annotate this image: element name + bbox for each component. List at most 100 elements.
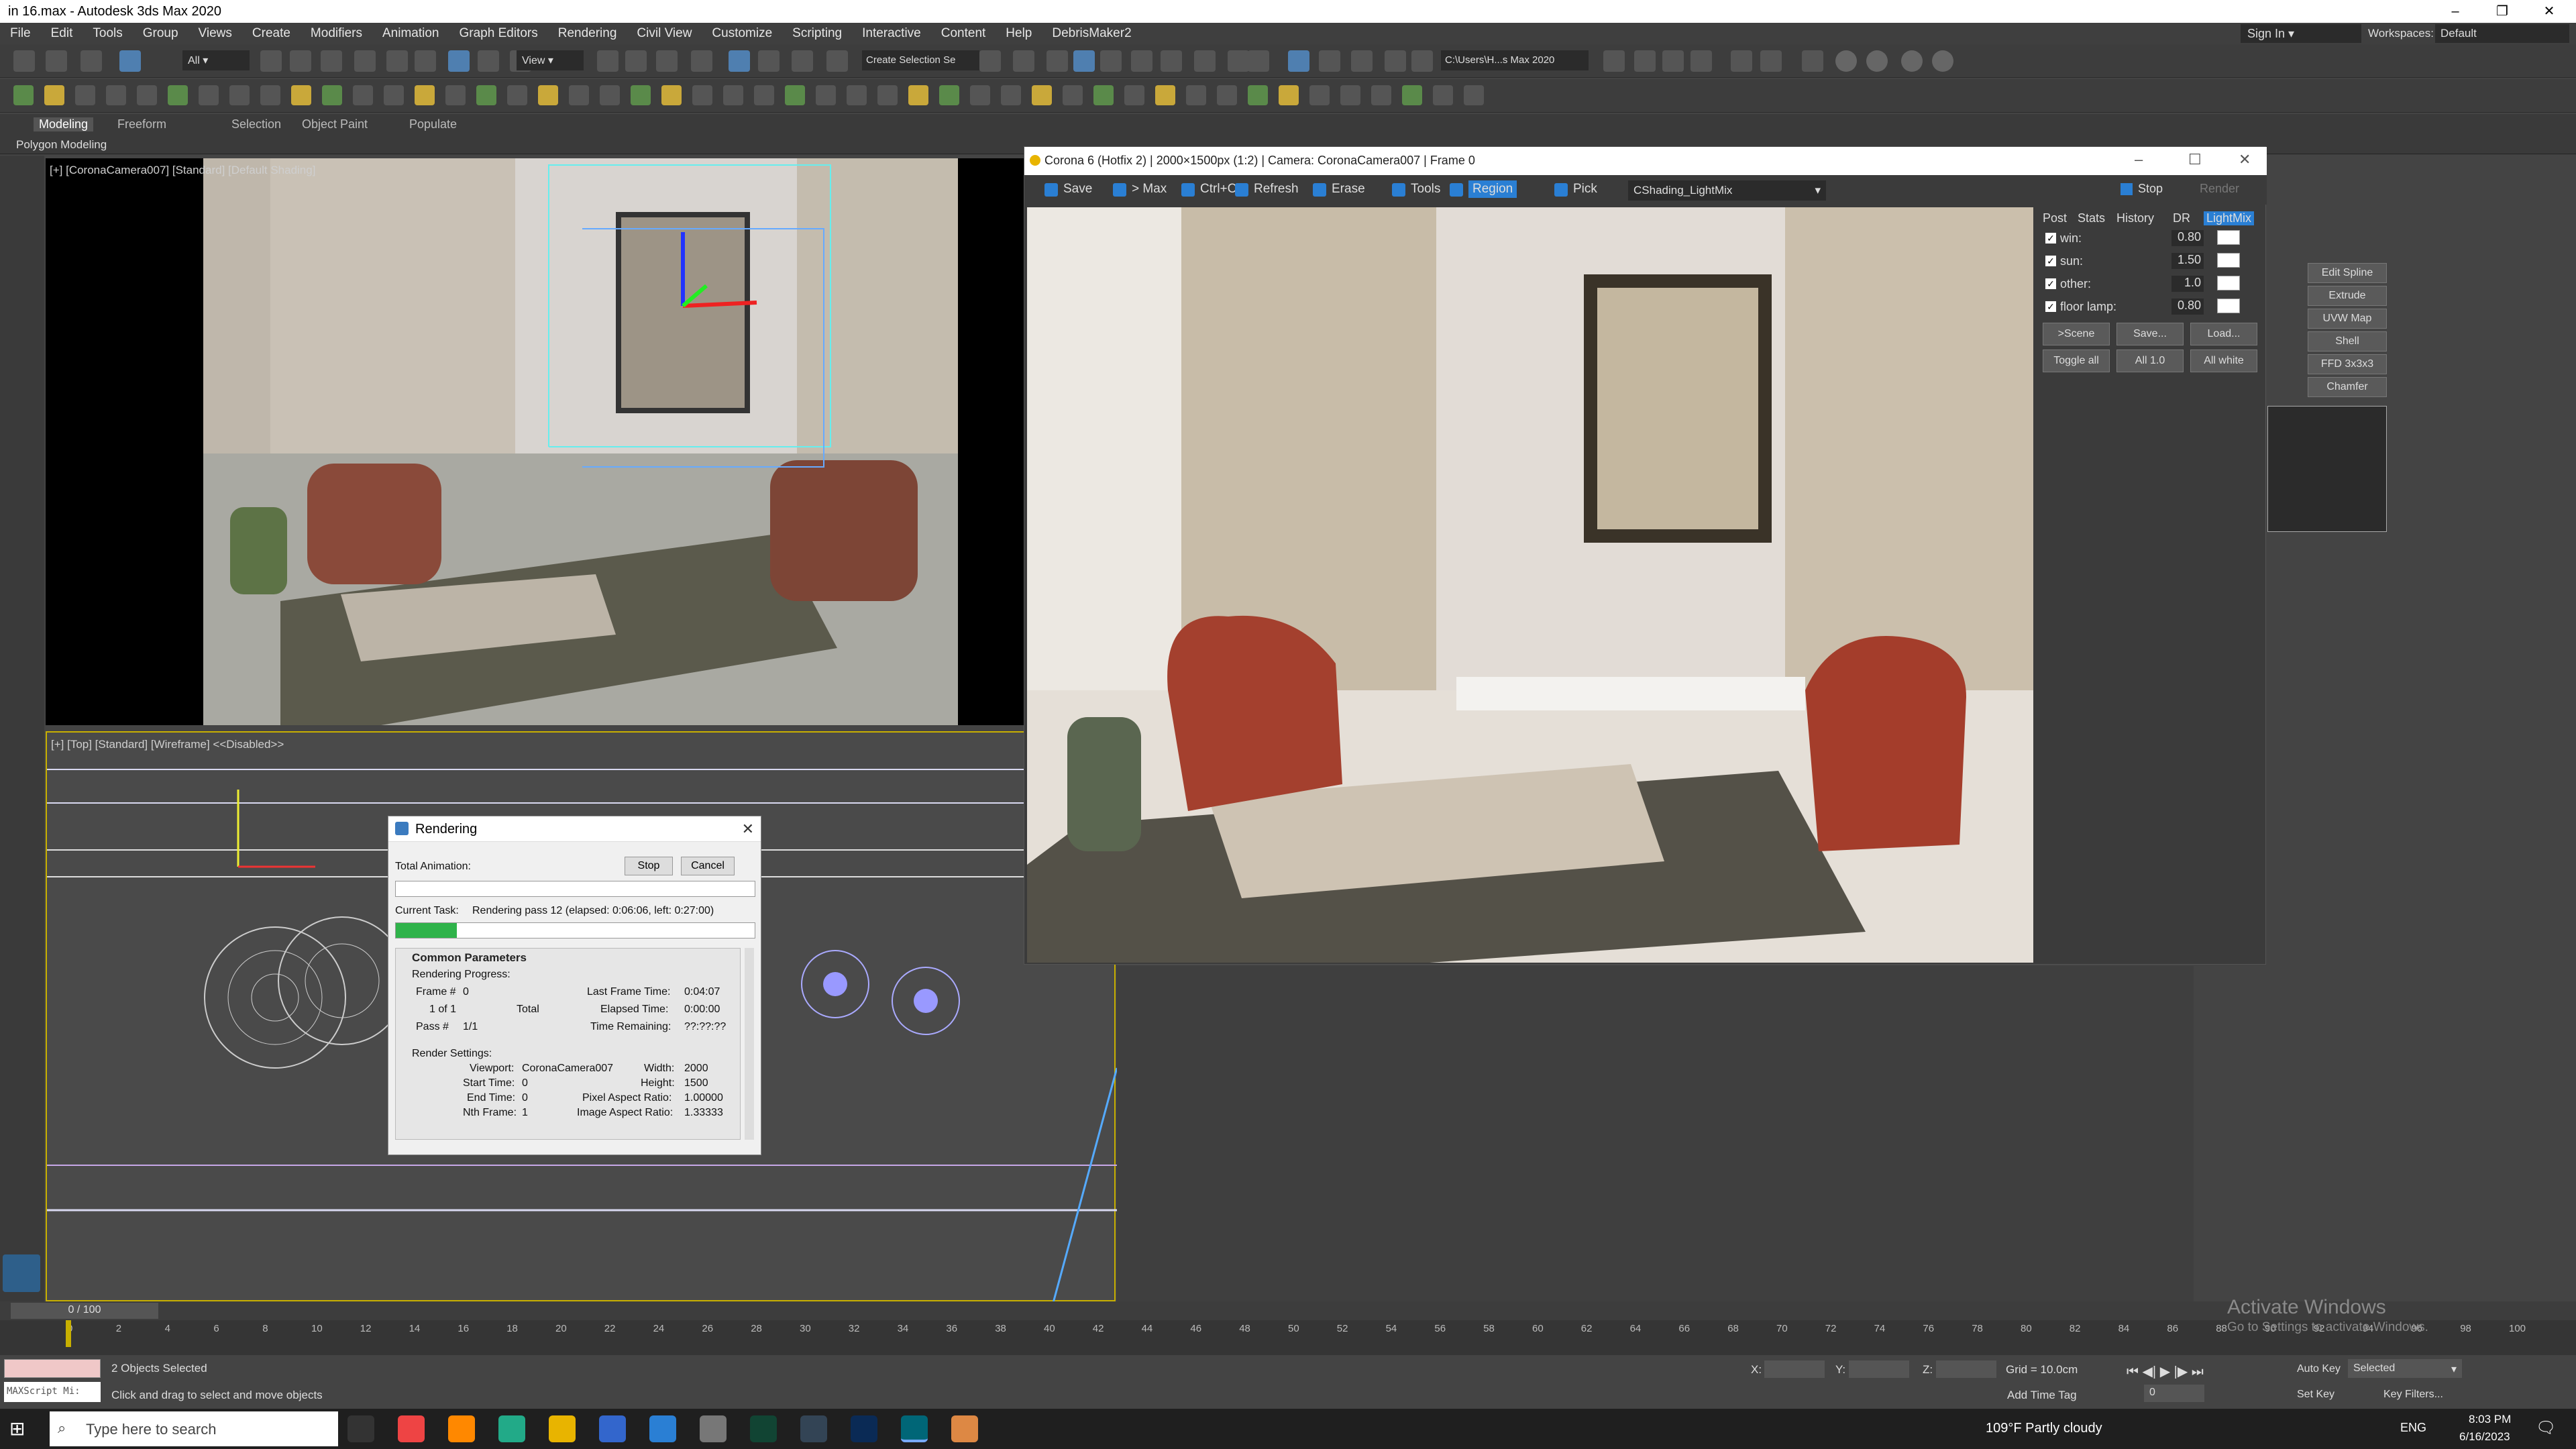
close-icon[interactable]: ✕ — [2529, 0, 2569, 23]
toolbar-tool-8-icon[interactable] — [386, 50, 408, 72]
toolbar2-tool-43-icon[interactable] — [1340, 85, 1360, 105]
menu-civil-view[interactable]: Civil View — [627, 26, 702, 41]
toolbar2-tool-35-icon[interactable] — [1093, 85, 1114, 105]
toolbar2-tool-32-icon[interactable] — [1001, 85, 1021, 105]
toolbar2-tool-10-icon[interactable] — [322, 85, 342, 105]
toolbar2-tool-8-icon[interactable] — [260, 85, 280, 105]
mail-icon[interactable] — [649, 1415, 676, 1442]
toolbar-tool-28-icon[interactable] — [1194, 50, 1216, 72]
toolbar2-tool-1-icon[interactable] — [44, 85, 64, 105]
corona-tab-stats[interactable]: Stats — [2078, 211, 2105, 225]
toolbar2-tool-24-icon[interactable] — [754, 85, 774, 105]
toolbar-extra-10-icon[interactable] — [1932, 50, 1953, 72]
toolbar-tool-23-icon[interactable] — [1046, 50, 1068, 72]
corona-tab-post[interactable]: Post — [2043, 211, 2067, 225]
toolbar2-tool-26-icon[interactable] — [816, 85, 836, 105]
ribbon-tab-freeform[interactable]: Freeform — [117, 117, 166, 131]
notifications-icon[interactable]: 🗨 — [2536, 1418, 2556, 1438]
corona-save-button[interactable]: Save — [1063, 182, 1092, 197]
ribbon-tab-modeling[interactable]: Modeling — [34, 117, 94, 131]
lightmix-checkbox[interactable]: ✓ — [2045, 256, 2056, 266]
menu-tools[interactable]: Tools — [83, 26, 132, 41]
selection-filter-dropdown[interactable]: All ▾ — [182, 50, 250, 70]
lightmix-button[interactable]: All white — [2190, 350, 2257, 372]
toolbar-extra-5-icon[interactable] — [1760, 50, 1782, 72]
toolbar2-tool-6-icon[interactable] — [199, 85, 219, 105]
y-field[interactable] — [1849, 1360, 1909, 1378]
modifier-button-0[interactable]: Edit Spline — [2308, 263, 2387, 283]
3ds-max-icon[interactable] — [901, 1415, 928, 1442]
corona-region-button[interactable]: Region — [1468, 180, 1517, 198]
menu-views[interactable]: Views — [189, 26, 242, 41]
app-icon[interactable] — [800, 1415, 827, 1442]
lightmix-checkbox[interactable]: ✓ — [2045, 278, 2056, 289]
lightmix-button[interactable]: Save... — [2116, 323, 2184, 345]
toolbar-extra-6-icon[interactable] — [1802, 50, 1823, 72]
corona-render-label[interactable]: Render — [2200, 182, 2239, 196]
workspace-dropdown[interactable]: Default — [2435, 24, 2569, 43]
toolbar2-tool-46-icon[interactable] — [1433, 85, 1453, 105]
lightmix-value[interactable]: 1.50 — [2171, 253, 2204, 269]
toolbar2-tool-44-icon[interactable] — [1371, 85, 1391, 105]
toolbar2-tool-16-icon[interactable] — [507, 85, 527, 105]
lightmix-button[interactable]: Load... — [2190, 323, 2257, 345]
modifier-button-5[interactable]: Chamfer — [2308, 377, 2387, 397]
stop-icon[interactable] — [2121, 183, 2133, 195]
menu-content[interactable]: Content — [931, 26, 996, 41]
toolbar2-tool-9-icon[interactable] — [291, 85, 311, 105]
cancel-button[interactable]: Cancel — [681, 857, 735, 875]
modifier-stack[interactable] — [2267, 406, 2387, 532]
clock-time[interactable]: 8:03 PM — [2469, 1413, 2511, 1426]
lightmix-value[interactable]: 0.80 — [2171, 299, 2204, 315]
corona-erase-button[interactable]: Erase — [1332, 182, 1365, 197]
folder-icon[interactable] — [700, 1415, 727, 1442]
toolbar2-tool-5-icon[interactable] — [168, 85, 188, 105]
toolbar2-tool-18-icon[interactable] — [569, 85, 589, 105]
language[interactable]: ENG — [2400, 1421, 2426, 1435]
toolbar2-tool-14-icon[interactable] — [445, 85, 466, 105]
toolbar2-tool-0-icon[interactable] — [13, 85, 34, 105]
z-field[interactable] — [1936, 1360, 1996, 1378]
close-icon[interactable]: ✕ — [2239, 151, 2251, 168]
toolbar2-tool-7-icon[interactable] — [229, 85, 250, 105]
toolbar2-tool-15-icon[interactable] — [476, 85, 496, 105]
key-filters-button[interactable]: Key Filters... — [2383, 1389, 2443, 1401]
toolbar-tool-22-icon[interactable] — [1013, 50, 1034, 72]
corona-tool-0-icon[interactable] — [1044, 183, 1058, 197]
toolbar-extra-7-icon[interactable] — [1835, 50, 1857, 72]
toolbar-tool-15-icon[interactable] — [656, 50, 678, 72]
toolbar-tool-16-icon[interactable] — [691, 50, 712, 72]
toolbar2-tool-28-icon[interactable] — [877, 85, 898, 105]
lightmix-checkbox[interactable]: ✓ — [2045, 301, 2056, 312]
weather[interactable]: 109°F Partly cloudy — [1986, 1421, 2102, 1436]
toolbar-tool-1-icon[interactable] — [46, 50, 67, 72]
lightmix-color-swatch[interactable] — [2217, 253, 2240, 268]
toolbar-tool-13-icon[interactable] — [597, 50, 619, 72]
corona-tools-button[interactable]: Tools — [1411, 182, 1440, 197]
toolbar-tool-6-icon[interactable] — [321, 50, 342, 72]
modifier-button-4[interactable]: FFD 3x3x3 — [2308, 354, 2387, 374]
corona-tool-1-icon[interactable] — [1113, 183, 1126, 197]
ribbon-tab-populate[interactable]: Populate — [409, 117, 457, 131]
corona-max-button[interactable]: > Max — [1132, 182, 1167, 197]
toolbar2-tool-42-icon[interactable] — [1309, 85, 1330, 105]
toolbar2-tool-45-icon[interactable] — [1402, 85, 1422, 105]
toolbar-tool-30-icon[interactable] — [1248, 50, 1269, 72]
timeline[interactable]: 0246810121416182022242628303234363840424… — [0, 1320, 2576, 1355]
toolbar-extra-1-icon[interactable] — [1634, 50, 1656, 72]
time-slider[interactable]: 0 / 100 — [11, 1303, 158, 1319]
top-viewport-label[interactable]: [+] [Top] [Standard] [Wireframe] <<Disab… — [51, 738, 284, 751]
toolbar-tool-4-icon[interactable] — [260, 50, 282, 72]
toolbar2-tool-2-icon[interactable] — [75, 85, 95, 105]
x-field[interactable] — [1764, 1360, 1825, 1378]
toolbar2-tool-23-icon[interactable] — [723, 85, 743, 105]
lightmix-button[interactable]: Toggle all — [2043, 350, 2110, 372]
toolbar2-tool-3-icon[interactable] — [106, 85, 126, 105]
toolbar-extra-3-icon[interactable] — [1690, 50, 1712, 72]
toolbar-tool-14-icon[interactable] — [625, 50, 647, 72]
rollout-scrollbar[interactable] — [745, 948, 754, 1140]
toolbar-tool-27-icon[interactable] — [1161, 50, 1182, 72]
toolbar2-tool-20-icon[interactable] — [631, 85, 651, 105]
toolbar2-tool-27-icon[interactable] — [847, 85, 867, 105]
clock-date[interactable]: 6/16/2023 — [2459, 1430, 2510, 1444]
